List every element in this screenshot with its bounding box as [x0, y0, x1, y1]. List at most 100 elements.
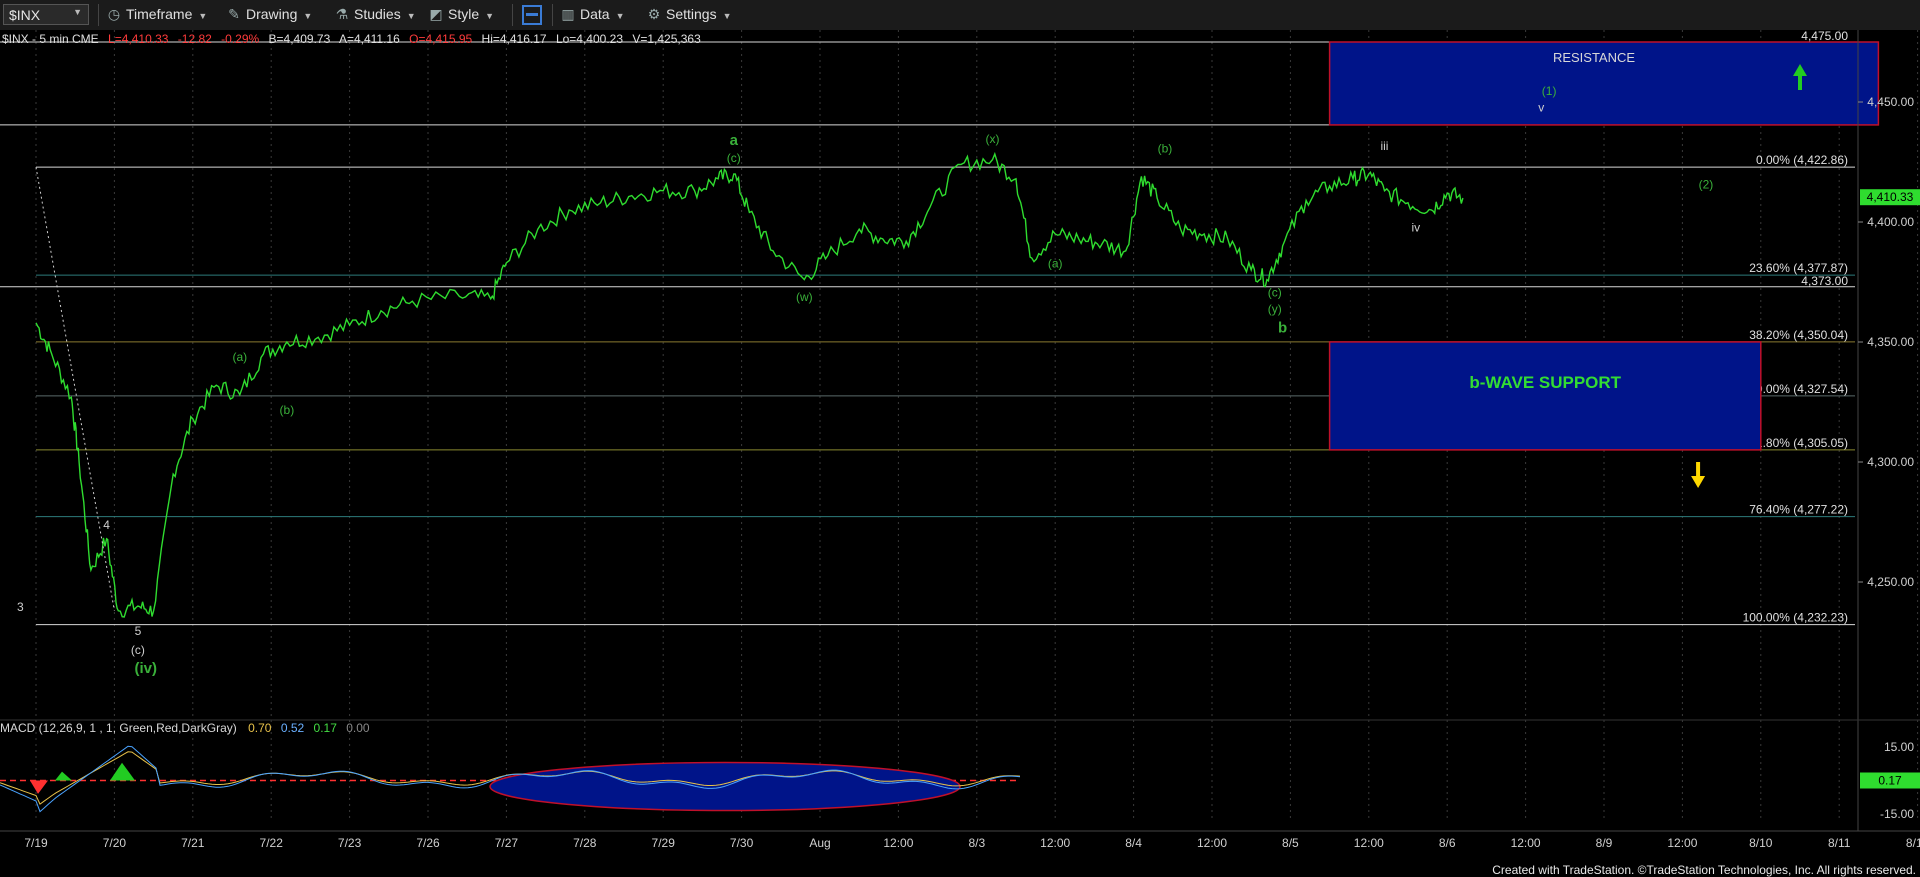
toolbar-divider	[98, 4, 99, 26]
x-tick-label: 8/9	[1596, 836, 1613, 850]
toolbar: $INX ▼ ◷ Timeframe ▼ ✎ Drawing ▼ ⚗ Studies ▼ ◩…	[0, 0, 1920, 31]
quote-change-pct: -0.29%	[221, 32, 259, 46]
price-level-label: 4,373.00	[1801, 274, 1848, 288]
wave-label: 4	[103, 518, 110, 532]
price-chart[interactable]: 0.00% (4,422.86)23.60% (4,377.87)38.20% …	[0, 30, 1920, 859]
timeframe-menu[interactable]: ◷ Timeframe ▼	[106, 6, 207, 23]
x-tick-label: 8/10	[1749, 836, 1773, 850]
wave-label: (c)	[131, 643, 145, 657]
copyright-footer: Created with TradeStation. ©TradeStation…	[1492, 863, 1916, 877]
clock-icon: ◷	[107, 6, 121, 22]
wave-label: 5	[135, 624, 142, 638]
x-tick-label: 12:00	[1667, 836, 1697, 850]
fib-label: 100.00% (4,232.23)	[1743, 611, 1848, 625]
macd-histogram-value: 0.17	[314, 721, 338, 735]
macd-value: 0.70	[248, 721, 272, 735]
wave-label: v	[1538, 101, 1544, 115]
studies-label: Studies	[354, 6, 401, 22]
zone-box	[1328, 341, 1762, 451]
quote-low: Lo=4,400.23	[556, 32, 623, 46]
y-tick-label: 4,250.00	[1867, 575, 1914, 589]
style-menu[interactable]: ◩ Style ▼	[428, 6, 494, 23]
x-tick-label: 8/12	[1906, 836, 1920, 850]
timeframe-label: Timeframe	[126, 6, 193, 22]
wave-label: (w)	[796, 290, 813, 304]
x-tick-label: 7/19	[24, 836, 48, 850]
x-tick-label: 7/23	[338, 836, 362, 850]
x-tick-label: 12:00	[1511, 836, 1541, 850]
x-tick-label: 12:00	[883, 836, 913, 850]
x-tick-label: 7/30	[730, 836, 754, 850]
quote-change: -12.82	[178, 32, 212, 46]
x-tick-label: 7/20	[103, 836, 127, 850]
price-level-label: 4,475.00	[1801, 30, 1848, 43]
chevron-down-icon: ▼	[722, 11, 732, 21]
x-tick-label: 8/4	[1125, 836, 1142, 850]
toolbar-divider	[512, 4, 513, 26]
x-tick-label: 7/21	[181, 836, 205, 850]
settings-menu[interactable]: ⚙ Settings ▼	[646, 6, 732, 23]
symbol-dropdown-icon[interactable]: ▼	[73, 7, 82, 17]
macd-tick-label: 15.00	[1884, 740, 1914, 754]
x-tick-label: Aug	[809, 836, 830, 850]
wave-label: (a)	[1048, 257, 1063, 271]
wave-label: b	[1278, 319, 1287, 336]
macd-legend: MACD (12,26,9, 1 , 1, Green,Red,DarkGray…	[0, 721, 370, 735]
wave-label: (b)	[280, 403, 295, 417]
fib-label: 76.40% (4,277.22)	[1749, 503, 1848, 517]
quote-open: O=4,415.95	[409, 32, 472, 46]
chevron-down-icon: ▼	[485, 11, 495, 21]
wave-label: (c)	[1268, 285, 1282, 299]
quote-last: L=4,410.33	[108, 32, 169, 46]
style-label: Style	[448, 6, 480, 22]
fib-label: 50.00% (4,327.54)	[1749, 382, 1848, 396]
wave-label: (x)	[985, 132, 999, 146]
chevron-down-icon: ▼	[303, 11, 313, 21]
layout-icon[interactable]	[522, 5, 542, 25]
macd-last-value: 0.17	[1878, 774, 1902, 788]
zone-label: b-WAVE SUPPORT	[1469, 373, 1621, 392]
wave-label: (a)	[233, 350, 248, 364]
quote-bid: B=4,409.73	[269, 32, 331, 46]
x-tick-label: 12:00	[1040, 836, 1070, 850]
toolbar-divider	[552, 4, 553, 26]
fib-label: 0.00% (4,422.86)	[1756, 153, 1848, 167]
drawing-label: Drawing	[246, 6, 298, 22]
macd-zero-value: 0.00	[346, 721, 370, 735]
x-tick-label: 7/26	[416, 836, 440, 850]
flask-icon: ⚗	[335, 6, 349, 22]
wave-label: (c)	[727, 151, 741, 165]
chevron-down-icon: ▼	[615, 11, 625, 21]
settings-label: Settings	[666, 6, 717, 22]
x-tick-label: 12:00	[1354, 836, 1384, 850]
quote-ask: A=4,411.16	[339, 32, 400, 46]
pencil-icon: ✎	[228, 6, 240, 22]
x-tick-label: 7/22	[260, 836, 284, 850]
wave-label: (1)	[1542, 84, 1557, 98]
data-menu[interactable]: ▥ Data ▼	[560, 6, 625, 23]
drawing-menu[interactable]: ✎ Drawing ▼	[226, 6, 312, 23]
wave-label: a	[730, 132, 739, 149]
x-tick-label: 8/11	[1828, 836, 1851, 850]
x-tick-label: 7/28	[573, 836, 597, 850]
y-tick-label: 4,400.00	[1867, 215, 1914, 229]
zone-label: RESISTANCE	[1553, 50, 1635, 65]
x-tick-label: 7/27	[495, 836, 519, 850]
style-icon: ◩	[429, 6, 443, 22]
x-tick-label: 8/5	[1282, 836, 1299, 850]
fib-label: 38.20% (4,350.04)	[1749, 328, 1848, 342]
bar-chart-icon: ▥	[561, 6, 575, 22]
x-tick-label: 8/3	[968, 836, 985, 850]
wave-label: (b)	[1158, 141, 1173, 155]
x-tick-label: 8/6	[1439, 836, 1456, 850]
gear-icon: ⚙	[647, 6, 661, 22]
quote-volume: V=1,425,363	[632, 32, 701, 46]
studies-menu[interactable]: ⚗ Studies ▼	[334, 6, 416, 23]
fib-label: 61.80% (4,305.05)	[1749, 436, 1848, 450]
wave-label: (y)	[1268, 302, 1282, 316]
symbol-text: $INX	[9, 7, 41, 23]
symbol-input[interactable]: $INX ▼	[3, 4, 89, 25]
wave-label: iv	[1412, 221, 1421, 235]
y-tick-label: 4,450.00	[1867, 95, 1914, 109]
y-tick-label: 4,300.00	[1867, 455, 1914, 469]
